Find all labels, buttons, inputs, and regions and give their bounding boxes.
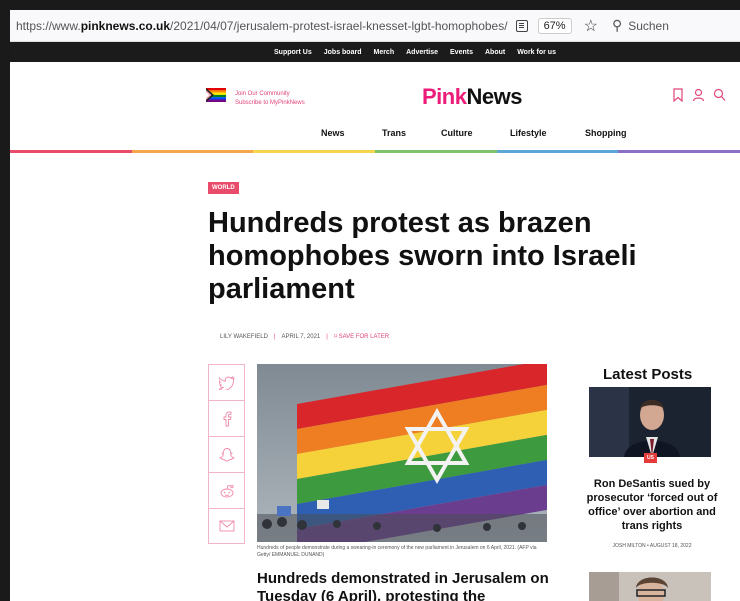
rainbow-divider: [10, 150, 740, 153]
reader-view-icon[interactable]: [515, 19, 528, 32]
zoom-indicator[interactable]: 67%: [537, 17, 572, 34]
utility-link-advertise[interactable]: Advertise: [406, 49, 438, 56]
snapchat-share-icon[interactable]: [208, 436, 245, 472]
utility-link-events[interactable]: Events: [450, 49, 473, 56]
share-column: [208, 364, 245, 544]
join-community-link[interactable]: Join Our Community Subscribe to MyPinkNe…: [235, 90, 305, 108]
header-actions: [672, 88, 726, 102]
article-hero-image: [257, 364, 547, 542]
us-category-badge[interactable]: US: [644, 453, 657, 463]
reddit-share-icon[interactable]: [208, 472, 245, 508]
byline-separator: |: [273, 333, 276, 340]
twitter-share-icon[interactable]: [208, 364, 245, 400]
utility-link-merch[interactable]: Merch: [373, 49, 394, 56]
nav-lifestyle[interactable]: Lifestyle: [510, 128, 547, 138]
bookmark-icon: ⌑: [333, 334, 337, 340]
nav-trans[interactable]: Trans: [382, 128, 406, 138]
nav-shopping[interactable]: Shopping: [585, 128, 627, 138]
search-icon[interactable]: [713, 88, 726, 102]
window-frame-left: [0, 0, 10, 601]
publish-date: APRIL 7, 2021: [281, 333, 321, 340]
post-thumbnail[interactable]: [589, 572, 711, 601]
search-placeholder: Suchen: [628, 18, 669, 33]
utility-link-support[interactable]: Support Us: [274, 49, 312, 56]
nav-culture[interactable]: Culture: [441, 128, 473, 138]
facebook-share-icon[interactable]: [208, 400, 245, 436]
utility-link-work[interactable]: Work for us: [517, 49, 556, 56]
category-badge[interactable]: WORLD: [208, 182, 239, 194]
bookmark-icon[interactable]: [672, 88, 684, 102]
article-lead: Hundreds demonstrated in Jerusalem on Tu…: [257, 570, 549, 601]
url-field[interactable]: https://www.pinknews.co.uk/2021/04/07/je…: [16, 19, 508, 33]
pinknews-logo[interactable]: PinkNews: [422, 84, 522, 110]
save-for-later-button[interactable]: ⌑ SAVE FOR LATER: [334, 333, 389, 340]
email-share-icon[interactable]: [208, 508, 245, 544]
author-name[interactable]: LILY WAKEFIELD: [220, 334, 268, 340]
article-headline: Hundreds protest as brazen homophobes sw…: [208, 207, 637, 305]
site-header: Join Our Community Subscribe to MyPinkNe…: [10, 62, 740, 152]
utility-link-jobs[interactable]: Jobs board: [324, 49, 362, 56]
bookmark-star-icon[interactable]: ☆: [584, 16, 598, 36]
browser-address-bar: https://www.pinknews.co.uk/2021/04/07/je…: [10, 10, 740, 42]
utility-link-about[interactable]: About: [485, 49, 505, 56]
post-meta: JOSH MILTON • AUGUST 18, 2022: [612, 543, 692, 549]
pride-flag-icon: [206, 88, 226, 102]
post-thumbnail[interactable]: [589, 387, 711, 457]
user-icon[interactable]: [692, 88, 705, 102]
search-icon: ⚲: [611, 17, 623, 33]
post-title-link[interactable]: Ron DeSantis sued by prosecutor ‘forced …: [582, 477, 722, 533]
browser-search-box[interactable]: ⚲ Suchen: [612, 17, 669, 34]
latest-posts-heading: Latest Posts: [603, 366, 693, 383]
article-byline: LILY WAKEFIELD | APRIL 7, 2021 | ⌑ SAVE …: [220, 333, 389, 341]
window-frame-top: [0, 0, 740, 10]
image-caption: Hundreds of people demonstrate during a …: [257, 545, 537, 558]
nav-news[interactable]: News: [321, 128, 345, 138]
byline-separator: |: [326, 333, 328, 340]
utility-nav: Support Us Jobs board Merch Advertise Ev…: [10, 42, 740, 62]
